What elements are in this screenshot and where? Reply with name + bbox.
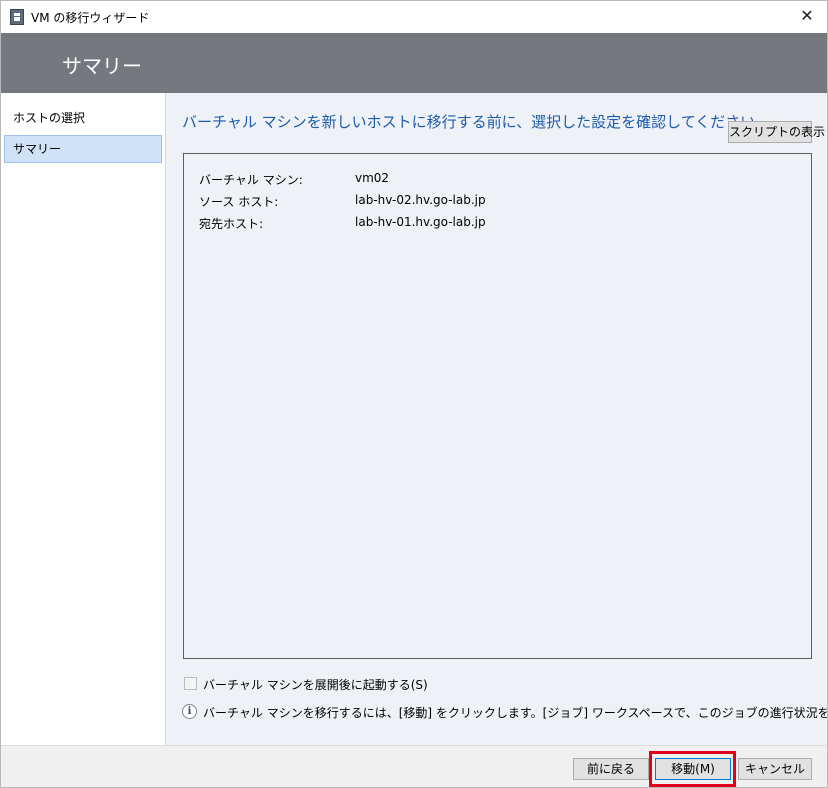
summary-value-destination-host: lab-hv-01.hv.go-lab.jp: [355, 215, 486, 229]
page-title: サマリー: [62, 54, 142, 78]
app-icon: [10, 9, 24, 25]
summary-row: 宛先ホスト: lab-hv-01.hv.go-lab.jp: [199, 215, 789, 233]
summary-box: バーチャル マシン: vm02 ソース ホスト: lab-hv-02.hv.go…: [183, 153, 812, 659]
cancel-button[interactable]: キャンセル: [738, 758, 812, 780]
move-button[interactable]: 移動(M): [655, 758, 731, 780]
start-after-deploy-label: バーチャル マシンを展開後に起動する(S): [203, 678, 428, 692]
info-text: バーチャル マシンを移行するには、[移動] をクリックします。[ジョブ] ワーク…: [203, 706, 828, 720]
wizard-window: VM の移行ウィザード ✕ サマリー ホストの選択 サマリー バーチャル マシン…: [0, 0, 828, 788]
wizard-nav: ホストの選択 サマリー: [1, 93, 166, 745]
back-button[interactable]: 前に戻る: [573, 758, 649, 780]
nav-item-host-select[interactable]: ホストの選択: [4, 104, 162, 132]
summary-label-destination-host: 宛先ホスト:: [199, 217, 264, 231]
summary-label-vm: バーチャル マシン:: [199, 173, 303, 187]
view-script-button[interactable]: スクリプトの表示: [728, 121, 825, 143]
summary-row: バーチャル マシン: vm02: [199, 171, 789, 189]
nav-item-summary[interactable]: サマリー: [4, 135, 162, 163]
start-after-deploy-checkbox[interactable]: [184, 677, 197, 690]
summary-value-vm: vm02: [355, 171, 390, 185]
main-panel: バーチャル マシンを新しいホストに移行する前に、選択した設定を確認してください …: [166, 93, 827, 745]
summary-row: ソース ホスト: lab-hv-02.hv.go-lab.jp: [199, 193, 789, 211]
header-band: サマリー: [1, 33, 827, 93]
button-bar: 前に戻る 移動(M) キャンセル: [1, 745, 827, 787]
close-icon[interactable]: ✕: [787, 1, 827, 33]
window-title: VM の移行ウィザード: [31, 11, 150, 25]
title-bar: VM の移行ウィザード ✕: [1, 1, 827, 33]
main-heading: バーチャル マシンを新しいホストに移行する前に、選択した設定を確認してください: [182, 113, 756, 131]
summary-label-source-host: ソース ホスト:: [199, 195, 279, 209]
info-icon: i: [182, 704, 197, 719]
summary-value-source-host: lab-hv-02.hv.go-lab.jp: [355, 193, 486, 207]
